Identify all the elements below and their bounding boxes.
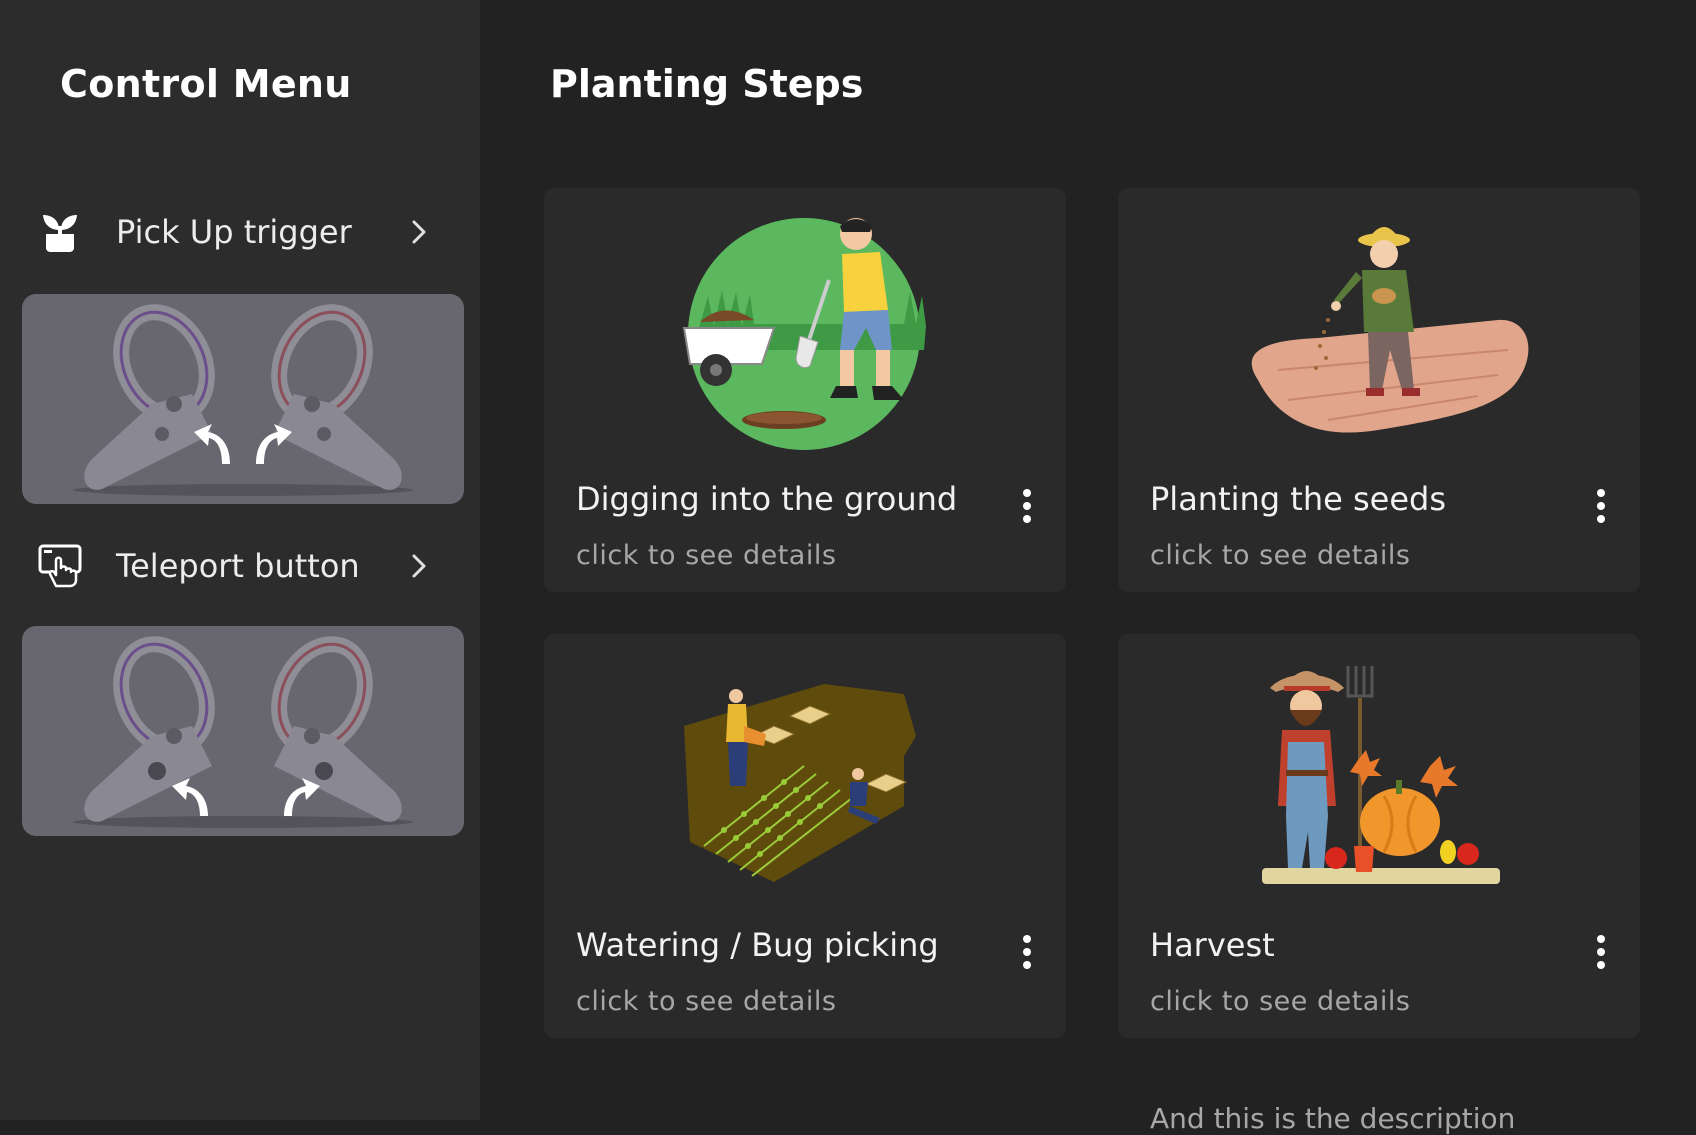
more-options-icon[interactable] — [1586, 930, 1616, 974]
menu-item-pick-up-trigger[interactable]: Pick Up trigger — [22, 196, 464, 268]
touch-screen-icon — [32, 538, 88, 594]
menu-item-teleport-button[interactable]: Teleport button — [22, 530, 464, 602]
controller-image-pickup — [22, 294, 464, 504]
card-title: Planting the seeds — [1150, 480, 1446, 518]
page-title: Planting Steps — [550, 62, 864, 106]
plant-pot-icon — [32, 204, 88, 260]
step-card-harvest[interactable]: Harvest click to see details — [1118, 634, 1640, 1038]
seeding-illustration — [1178, 200, 1580, 450]
menu-item-label: Pick Up trigger — [116, 213, 352, 251]
digging-illustration — [604, 200, 1006, 450]
description-text: And this is the description — [1150, 1102, 1516, 1135]
card-subtitle: click to see details — [576, 540, 837, 571]
card-title: Harvest — [1150, 926, 1275, 964]
harvest-illustration — [1178, 646, 1580, 896]
control-sidebar: Control Menu Pick Up trigger Teleport bu… — [0, 0, 480, 1120]
step-card-watering[interactable]: Watering / Bug picking click to see deta… — [544, 634, 1066, 1038]
card-subtitle: click to see details — [576, 986, 837, 1017]
menu-item-label: Teleport button — [116, 547, 360, 585]
card-title: Watering / Bug picking — [576, 926, 939, 964]
chevron-right-icon — [404, 551, 434, 581]
controller-image-teleport — [22, 626, 464, 836]
watering-illustration — [604, 646, 1006, 896]
card-title: Digging into the ground — [576, 480, 958, 518]
card-subtitle: click to see details — [1150, 540, 1411, 571]
more-options-icon[interactable] — [1012, 930, 1042, 974]
card-subtitle: click to see details — [1150, 986, 1411, 1017]
step-card-planting[interactable]: Planting the seeds click to see details — [1118, 188, 1640, 592]
sidebar-title: Control Menu — [60, 62, 352, 106]
chevron-right-icon — [404, 217, 434, 247]
step-card-digging[interactable]: Digging into the ground click to see det… — [544, 188, 1066, 592]
more-options-icon[interactable] — [1012, 484, 1042, 528]
more-options-icon[interactable] — [1586, 484, 1616, 528]
